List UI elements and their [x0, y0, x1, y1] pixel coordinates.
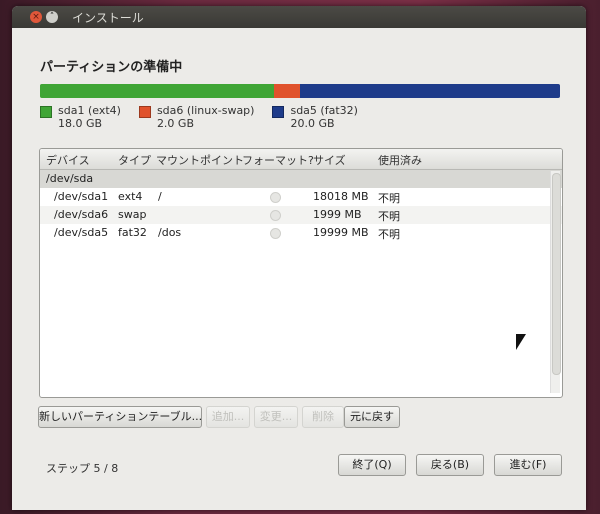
column-header-mount[interactable]: マウントポイント: [156, 152, 244, 168]
cell-size: 18018 MB: [313, 190, 369, 203]
delete-button[interactable]: 削除: [302, 406, 344, 428]
cell-type: fat32: [118, 226, 147, 239]
legend-label: sda1 (ext4): [58, 104, 121, 117]
mouse-cursor-icon: [516, 334, 526, 350]
legend-label: sda5 (fat32): [290, 104, 358, 117]
cell-used: 不明: [378, 192, 400, 205]
format-checkbox[interactable]: [270, 228, 281, 239]
forward-button[interactable]: 進む(F): [494, 454, 562, 476]
vertical-scrollbar[interactable]: [550, 171, 561, 393]
column-header-type[interactable]: タイプ: [118, 152, 151, 168]
legend-swatch: [138, 106, 151, 118]
legend-swatch: [272, 106, 285, 118]
legend-size: 2.0 GB: [156, 117, 194, 130]
legend-size: 20.0 GB: [290, 117, 335, 130]
back-button[interactable]: 戻る(B): [416, 454, 484, 476]
main-content: パーティションの準備中 sda1 (ext4) 18.0 GB sda6 (li…: [12, 28, 586, 510]
cell-mount: /: [158, 190, 162, 203]
revert-button[interactable]: 元に戻す: [344, 406, 400, 428]
legend-swatch: [40, 106, 52, 118]
table-header: デバイス タイプ マウントポイント フォーマット? サイズ 使用済み: [40, 149, 562, 170]
cell-size: 19999 MB: [313, 226, 369, 239]
legend-label: sda6 (linux-swap): [156, 104, 255, 117]
cell-used: 不明: [378, 228, 400, 241]
installer-window: × ˄ インストール パーティションの準備中 sda1 (ext4) 18.0 …: [12, 6, 586, 510]
cell-type: ext4: [118, 190, 143, 203]
cell-size: 1999 MB: [313, 208, 362, 221]
legend-size: 18.0 GB: [58, 117, 103, 130]
title-bar: × ˄ インストール: [12, 6, 586, 28]
table-row[interactable]: /dev/sda5 fat32 /dos 19999 MB 不明: [40, 224, 562, 242]
cell-mount: /dos: [158, 226, 182, 239]
partition-table[interactable]: デバイス タイプ マウントポイント フォーマット? サイズ 使用済み /dev/…: [39, 148, 563, 398]
minimize-icon[interactable]: ˄: [46, 11, 58, 23]
format-checkbox[interactable]: [270, 210, 281, 221]
partition-bar: [40, 84, 560, 98]
cell-device: /dev/sda1: [54, 190, 109, 203]
cell-type: swap: [118, 208, 147, 221]
column-header-format[interactable]: フォーマット?: [242, 152, 314, 168]
change-button[interactable]: 変更...: [254, 406, 298, 428]
legend-item-sda1: sda1 (ext4) 18.0 GB: [40, 104, 121, 130]
partition-segment-sda1: [40, 84, 274, 98]
cell-used: 不明: [378, 210, 400, 223]
partition-legend: sda1 (ext4) 18.0 GB sda6 (linux-swap) 2.…: [40, 104, 376, 130]
table-row[interactable]: /dev/sda1 ext4 / 18018 MB 不明: [40, 188, 562, 206]
legend-item-sda5: sda5 (fat32) 20.0 GB: [272, 104, 358, 130]
cell-device: /dev/sda5: [54, 226, 109, 239]
new-partition-table-button[interactable]: 新しいパーティションテーブル...: [38, 406, 202, 428]
add-button[interactable]: 追加...: [206, 406, 250, 428]
close-icon[interactable]: ×: [30, 11, 42, 23]
legend-item-sda6: sda6 (linux-swap) 2.0 GB: [138, 104, 255, 130]
partition-segment-sda5: [300, 84, 560, 98]
column-header-used[interactable]: 使用済み: [378, 152, 422, 168]
page-title: パーティションの準備中: [40, 60, 183, 75]
step-indicator: ステップ 5 / 8: [46, 462, 119, 475]
partition-segment-sda6: [274, 84, 300, 98]
column-header-device[interactable]: デバイス: [46, 152, 90, 168]
cell-device: /dev/sda6: [54, 208, 109, 221]
disk-label: /dev/sda: [46, 172, 94, 185]
window-title: インストール: [72, 11, 144, 25]
table-row-disk[interactable]: /dev/sda: [40, 170, 562, 188]
table-row[interactable]: /dev/sda6 swap 1999 MB 不明: [40, 206, 562, 224]
format-checkbox[interactable]: [270, 192, 281, 203]
column-header-size[interactable]: サイズ: [313, 152, 346, 168]
scrollbar-thumb[interactable]: [552, 173, 561, 375]
quit-button[interactable]: 終了(Q): [338, 454, 406, 476]
